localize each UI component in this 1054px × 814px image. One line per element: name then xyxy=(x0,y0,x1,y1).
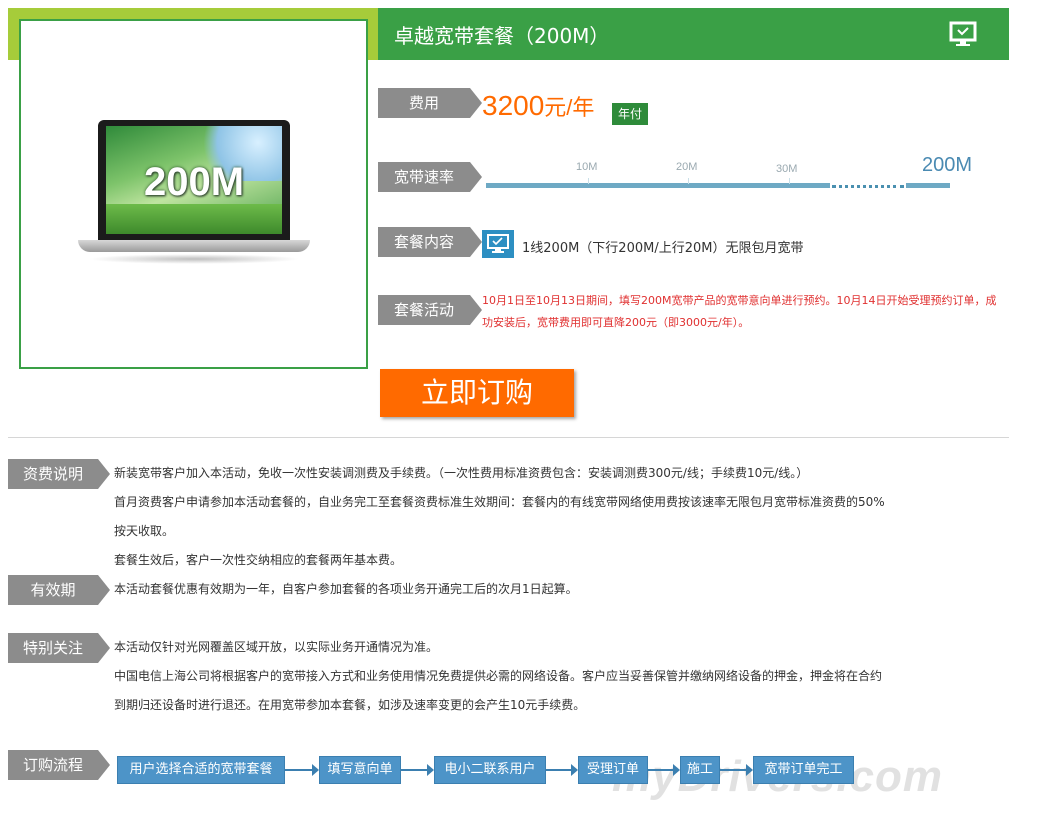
buy-now-button[interactable]: 立即订购 xyxy=(380,369,574,417)
flow-step: 电小二联系用户 xyxy=(434,756,546,784)
speed-bar-dots xyxy=(832,185,904,188)
validity-line: 本活动套餐优惠有效期为一年，自客户参加套餐的各项业务开通完工后的次月1日起算。 xyxy=(114,582,578,596)
laptop-screen: 200M xyxy=(106,126,282,234)
promo-description: 10月1日至10月13日期间，填写200M宽带产品的宽带意向单进行预约。10月1… xyxy=(482,294,997,329)
laptop-base xyxy=(78,240,310,252)
notice-label: 特别关注 xyxy=(8,633,110,663)
fee-desc-line: 按天收取。 xyxy=(114,524,175,538)
screen-grass xyxy=(106,204,282,234)
speed-tick-label: 10M xyxy=(576,161,598,173)
speed-label: 宽带速率 xyxy=(378,162,482,192)
fee-desc-line: 首月资费客户申请参加本活动套餐的，自业务完工至套餐资费标准生效期间：套餐内的有线… xyxy=(114,495,885,509)
product-title-bar: 卓越宽带套餐（200M） xyxy=(378,8,1009,60)
laptop-shadow xyxy=(88,254,300,264)
validity-label: 有效期 xyxy=(8,575,110,605)
flow-arrow-icon xyxy=(648,764,680,776)
fee-label: 费用 xyxy=(378,88,482,118)
fee-desc-line: 套餐生效后，客户一次性交纳相应的套餐两年基本费。 xyxy=(114,553,403,567)
package-label: 套餐内容 xyxy=(378,227,482,257)
speed-bar xyxy=(486,183,830,188)
fee-desc-label: 资费说明 xyxy=(8,459,110,489)
notice-line: 本活动仅针对光网覆盖区域开放，以实际业务开通情况为准。 xyxy=(114,640,439,654)
section-divider xyxy=(8,437,1009,438)
flow-step: 用户选择合适的宽带套餐 xyxy=(117,756,285,784)
notice-line: 到期归还设备时进行退还。在用宽带参加本套餐，如涉及速率变更的会产生10元手续费。 xyxy=(114,698,586,712)
notice-line: 中国电信上海公司将根据客户的宽带接入方式和业务使用情况免费提供必需的网络设备。客… xyxy=(114,669,883,683)
flow-step: 受理订单 xyxy=(578,756,648,784)
flow-step: 施工 xyxy=(680,756,720,784)
flow-arrow-icon xyxy=(285,764,319,776)
package-description: 1线200M（下行200M/上行20M）无限包月宽带 xyxy=(522,241,804,256)
price-badge: 年付 xyxy=(612,103,648,125)
price-amount: 3200 xyxy=(482,90,545,121)
monitor-icon xyxy=(482,230,514,258)
speed-bar-end xyxy=(906,183,950,188)
price-unit: 元/年 xyxy=(544,95,595,120)
flow-arrow-icon xyxy=(401,764,434,776)
fee-desc-line: 新装宽带客户加入本活动，免收一次性安装调测费及手续费。（一次性费用标准资费包含：… xyxy=(114,466,809,480)
product-title: 卓越宽带套餐（200M） xyxy=(394,24,610,48)
flow-label: 订购流程 xyxy=(8,750,110,780)
speed-max-label: 200M xyxy=(922,154,973,176)
speed-tick xyxy=(688,178,689,184)
laptop-screen-bezel: 200M xyxy=(98,120,290,240)
speed-tick-label: 20M xyxy=(676,161,698,173)
flow-step: 填写意向单 xyxy=(319,756,401,784)
product-image-label: 200M xyxy=(143,160,245,204)
speed-tick xyxy=(588,178,589,184)
price-value: 3200元/年 xyxy=(482,90,594,122)
monitor-icon xyxy=(949,21,977,46)
laptop-image: 200M xyxy=(78,100,310,270)
promo-label: 套餐活动 xyxy=(378,295,482,325)
speed-tick-label: 30M xyxy=(776,163,798,175)
speed-tick xyxy=(789,178,790,184)
flow-step: 宽带订单完工 xyxy=(753,756,854,784)
flow-arrow-icon xyxy=(546,764,578,776)
flow-arrow-icon xyxy=(720,764,753,776)
